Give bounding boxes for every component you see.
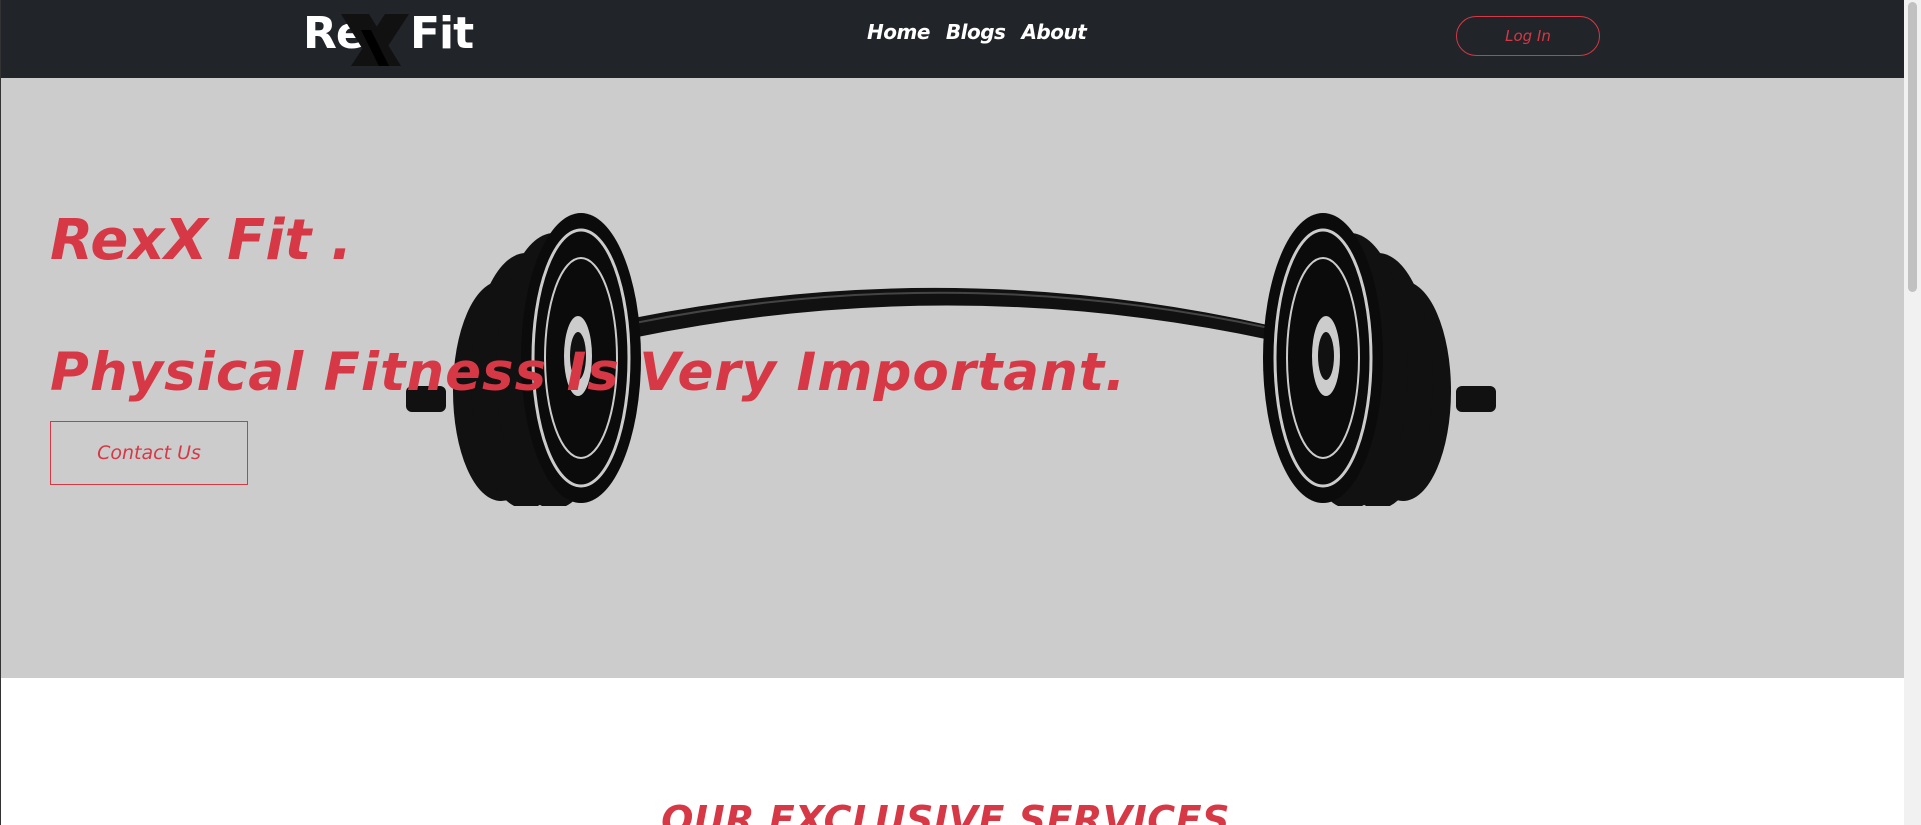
- hero-section: RexX Fit . Physical Fitness Is Very Impo…: [1, 78, 1904, 678]
- page: Re Fit Home Blogs About Log In RexX Fit …: [0, 0, 1904, 825]
- scrollbar-thumb[interactable]: [1908, 2, 1917, 292]
- nav-link-blogs[interactable]: Blogs: [946, 20, 1006, 44]
- login-button[interactable]: Log In: [1456, 16, 1600, 56]
- logo-text-right: Fit: [410, 8, 474, 59]
- logo-x-icon: [341, 14, 409, 66]
- services-heading: OUR EXCLUSIVE SERVICES.: [661, 797, 1245, 825]
- hero-title: RexX Fit .: [50, 207, 353, 273]
- nav-link-about[interactable]: About: [1021, 20, 1086, 44]
- nav-link-home[interactable]: Home: [867, 20, 930, 44]
- main-nav: Home Blogs About: [867, 20, 1087, 44]
- hero-subtitle: Physical Fitness Is Very Important.: [50, 341, 1127, 403]
- page-scrollbar[interactable]: [1904, 0, 1921, 825]
- navbar: Re Fit Home Blogs About Log In: [1, 0, 1904, 78]
- contact-us-button[interactable]: Contact Us: [50, 421, 248, 485]
- site-logo[interactable]: Re Fit: [303, 4, 474, 66]
